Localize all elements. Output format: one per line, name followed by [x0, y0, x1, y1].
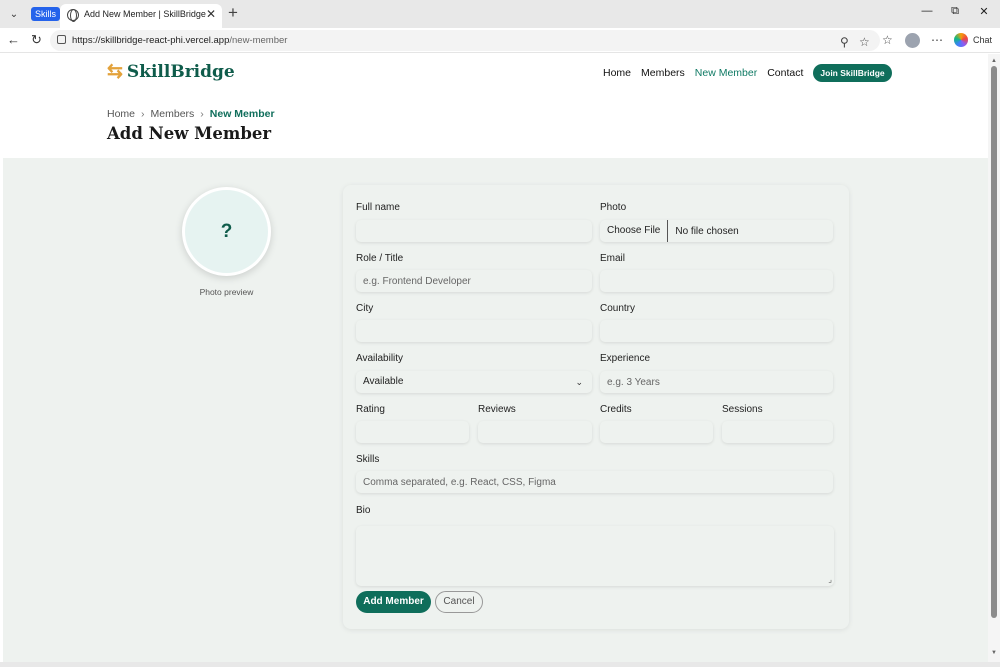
- rating-input[interactable]: [356, 421, 469, 443]
- scroll-down-arrow-icon[interactable]: ▼: [991, 650, 997, 656]
- email-input[interactable]: [600, 270, 833, 292]
- scrollbar-thumb[interactable]: [991, 66, 997, 618]
- email-label: Email: [600, 253, 626, 264]
- page-title: Add New Member: [107, 124, 272, 143]
- url-field[interactable]: https://skillbridge-react-phi.vercel.app…: [50, 30, 880, 51]
- nav-link-members[interactable]: Members: [641, 64, 685, 82]
- breadcrumb-chevron-icon: ›: [141, 108, 145, 120]
- city-input[interactable]: [356, 320, 592, 342]
- main-nav: Home Members New Member Contact Join Ski…: [603, 64, 892, 82]
- page-scrollbar[interactable]: ▲ ▼: [988, 54, 1000, 662]
- photo-preview-caption: Photo preview: [199, 287, 254, 297]
- country-input[interactable]: [600, 320, 833, 342]
- nav-link-new-member[interactable]: New Member: [695, 64, 757, 82]
- nav-link-contact[interactable]: Contact: [767, 64, 803, 82]
- sessions-input[interactable]: [722, 421, 833, 443]
- copilot-chat-icon[interactable]: [954, 33, 968, 47]
- country-label: Country: [600, 303, 636, 314]
- browser-tab-active[interactable]: Add New Member | SkillBridge ✕: [60, 4, 222, 28]
- restore-icon[interactable]: ⧉: [948, 5, 962, 18]
- browser-address-bar: ← ↻ https://skillbridge-react-phi.vercel…: [0, 28, 1000, 53]
- browser-tab-title: Add New Member | SkillBridge: [84, 9, 206, 19]
- skills-input[interactable]: [356, 471, 833, 493]
- logo-text: SkillBridge: [126, 62, 235, 82]
- zoom-icon[interactable]: ⚲: [840, 35, 849, 49]
- site-header: ⇆ SkillBridge Home Members New Member Co…: [3, 54, 988, 158]
- full-name-label: Full name: [356, 202, 400, 213]
- browser-tab-bar: ⌄ Skills Add New Member | SkillBridge ✕ …: [0, 0, 1000, 28]
- site-info-icon[interactable]: [57, 35, 66, 44]
- favorites-list-icon[interactable]: ☆: [882, 33, 893, 47]
- breadcrumb-members[interactable]: Members: [151, 108, 195, 120]
- breadcrumb: Home › Members › New Member: [107, 108, 275, 120]
- full-name-input[interactable]: [356, 220, 592, 242]
- more-options-icon[interactable]: ⋯: [931, 33, 943, 47]
- chat-label[interactable]: Chat: [973, 35, 992, 45]
- breadcrumb-current: New Member: [209, 108, 275, 120]
- globe-icon: [67, 9, 79, 22]
- swap-arrows-logo-icon: ⇆: [107, 61, 123, 82]
- minimize-icon[interactable]: —: [920, 5, 934, 17]
- reviews-label: Reviews: [478, 404, 516, 415]
- experience-label: Experience: [600, 353, 651, 364]
- close-window-icon[interactable]: ✕: [977, 5, 991, 18]
- tab-group-label[interactable]: Skills: [31, 7, 61, 21]
- sessions-label: Sessions: [722, 404, 763, 415]
- credits-label: Credits: [600, 404, 632, 415]
- page-viewport: ⇆ SkillBridge Home Members New Member Co…: [3, 54, 988, 662]
- availability-label: Availability: [356, 353, 404, 364]
- profile-avatar-icon[interactable]: [905, 33, 920, 48]
- bio-label: Bio: [356, 505, 371, 516]
- url-text: https://skillbridge-react-phi.vercel.app…: [72, 35, 288, 46]
- choose-file-button[interactable]: Choose File: [600, 220, 669, 242]
- breadcrumb-chevron-icon: ›: [200, 108, 204, 120]
- reviews-input[interactable]: [478, 421, 592, 443]
- availability-select[interactable]: Available ⌄: [356, 371, 592, 393]
- favorite-star-icon[interactable]: ☆: [859, 35, 870, 49]
- photo-placeholder-question-icon: ?: [220, 220, 233, 242]
- add-member-button[interactable]: Add Member: [356, 591, 431, 613]
- new-tab-plus-icon[interactable]: +: [228, 3, 238, 23]
- role-label: Role / Title: [356, 253, 404, 264]
- availability-selected-value: Available: [363, 376, 404, 387]
- photo-file-input[interactable]: Choose File No file chosen: [600, 220, 833, 242]
- file-status-text: No file chosen: [675, 225, 739, 237]
- tab-list-chevron-icon[interactable]: ⌄: [4, 4, 24, 24]
- join-skillbridge-button[interactable]: Join SkillBridge: [813, 64, 892, 82]
- credits-input[interactable]: [600, 421, 713, 443]
- photo-label: Photo: [600, 202, 627, 213]
- window-bottom-edge: [0, 662, 1000, 667]
- nav-link-home[interactable]: Home: [603, 64, 631, 82]
- experience-input[interactable]: [600, 371, 833, 393]
- breadcrumb-home[interactable]: Home: [107, 108, 135, 120]
- back-arrow-icon[interactable]: ←: [7, 32, 20, 48]
- site-logo[interactable]: ⇆ SkillBridge: [107, 61, 235, 83]
- cancel-button[interactable]: Cancel: [435, 591, 483, 613]
- rating-label: Rating: [356, 404, 385, 415]
- photo-preview-avatar: ?: [182, 187, 271, 276]
- role-input[interactable]: [356, 270, 592, 292]
- bio-textarea[interactable]: ⌟: [356, 526, 834, 586]
- city-label: City: [356, 303, 374, 314]
- close-tab-icon[interactable]: ✕: [206, 7, 216, 21]
- scroll-up-arrow-icon[interactable]: ▲: [991, 58, 997, 64]
- resize-grip-icon[interactable]: ⌟: [828, 576, 832, 584]
- chevron-down-icon: ⌄: [575, 377, 583, 387]
- skills-label: Skills: [356, 454, 380, 465]
- reload-icon[interactable]: ↻: [31, 32, 42, 48]
